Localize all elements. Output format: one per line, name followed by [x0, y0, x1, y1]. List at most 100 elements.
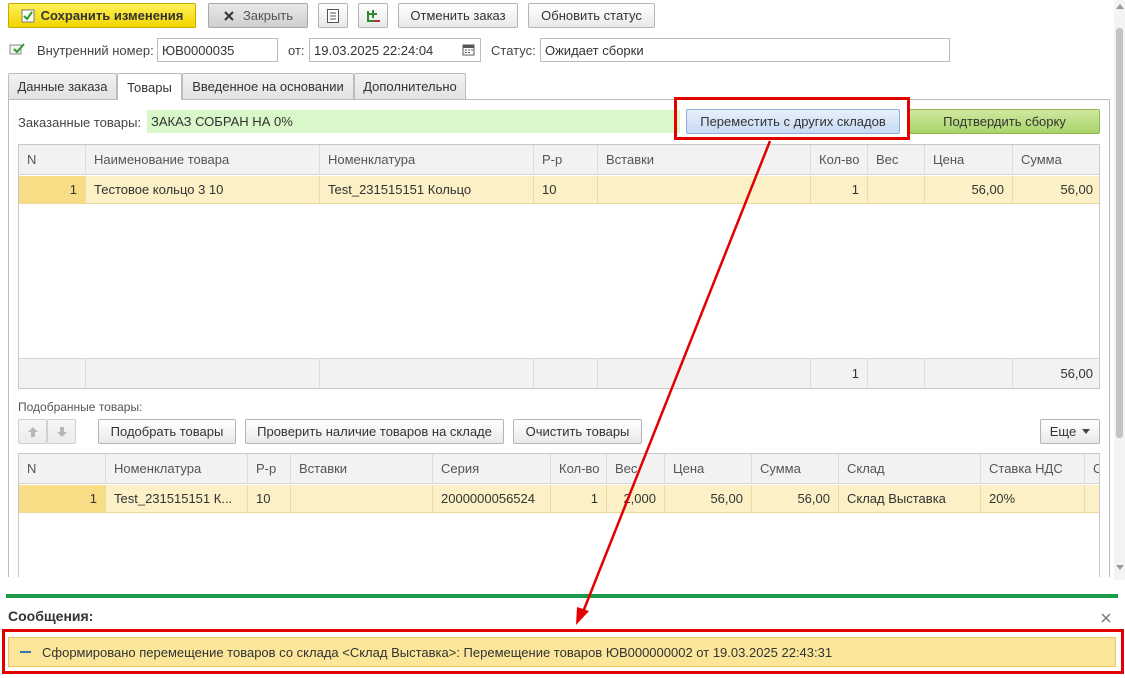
foot-spacer-1 [19, 359, 86, 388]
tab-additional[interactable]: Дополнительно [354, 73, 466, 99]
tab-goods[interactable]: Товары [117, 73, 182, 100]
close-button[interactable]: Закрыть [208, 3, 308, 28]
ordered-goods-label: Заказанные товары: [18, 115, 142, 130]
arrow-down-icon [56, 426, 68, 438]
scroll-up-arrow[interactable] [1116, 4, 1124, 9]
save-button-label: Сохранить изменения [40, 8, 184, 23]
order-status-bar: ЗАКАЗ СОБРАН НА 0% [147, 110, 680, 133]
calendar-icon[interactable] [462, 43, 475, 56]
date-label: от: [288, 43, 305, 58]
save-check-icon [21, 9, 35, 23]
ordered-goods-header: N Наименование товара Номенклатура Р-р В… [19, 145, 1099, 175]
tab-based-on[interactable]: Введенное на основании [182, 73, 354, 99]
pick-goods-button[interactable]: Подобрать товары [98, 419, 236, 444]
row-inserts [598, 176, 811, 203]
confirm-button-label: Подтвердить сборку [943, 114, 1066, 129]
col-size[interactable]: Р-р [248, 454, 291, 483]
row-nomenclature: Test_231515151 К... [106, 485, 248, 512]
check-stock-button[interactable]: Проверить наличие товаров на складе [245, 419, 504, 444]
col-weight[interactable]: Вес [868, 145, 925, 174]
scroll-down-arrow[interactable] [1116, 565, 1124, 570]
tab-goods-label: Товары [127, 79, 172, 95]
total-qty: 1 [811, 359, 868, 388]
cancel-order-button[interactable]: Отменить заказ [398, 3, 518, 28]
col-n[interactable]: N [19, 145, 86, 174]
highlight-frame-message [2, 629, 1124, 674]
ordered-goods-totals: 1 56,00 [19, 358, 1099, 388]
col-nomenclature[interactable]: Номенклатура [106, 454, 248, 483]
col-series[interactable]: Серия [433, 454, 551, 483]
col-qty[interactable]: Кол-во [811, 145, 868, 174]
col-qty[interactable]: Кол-во [551, 454, 607, 483]
update-status-button-label: Обновить статус [541, 8, 642, 23]
save-button[interactable]: Сохранить изменения [8, 3, 196, 28]
close-button-label: Закрыть [242, 8, 294, 23]
tab-order-data-label: Данные заказа [17, 79, 108, 94]
table-row[interactable]: 1 Test_231515151 К... 10 2000000056524 1… [19, 485, 1099, 513]
arrow-up-icon [27, 426, 39, 438]
row-price: 56,00 [925, 176, 1013, 203]
internal-number-field[interactable]: ЮВ0000035 [157, 38, 278, 62]
clear-goods-button[interactable]: Очистить товары [513, 419, 642, 444]
row-vat-rate: 20% [981, 485, 1085, 512]
foot-spacer-4 [534, 359, 598, 388]
messages-title: Сообщения: [8, 608, 94, 624]
row-sum: 56,00 [752, 485, 839, 512]
tab-based-on-label: Введенное на основании [192, 79, 344, 94]
picked-goods-label: Подобранные товары: [18, 400, 143, 414]
more-label: Еще [1049, 424, 1077, 439]
report-button[interactable] [318, 3, 348, 28]
col-warehouse[interactable]: Склад [839, 454, 981, 483]
order-status-text: ЗАКАЗ СОБРАН НА 0% [151, 114, 293, 129]
picked-goods-header: N Номенклатура Р-р Вставки Серия Кол-во … [19, 454, 1099, 484]
col-price[interactable]: Цена [925, 145, 1013, 174]
row-extra [1085, 485, 1099, 512]
close-icon[interactable] [1101, 613, 1111, 623]
date-field[interactable]: 19.03.2025 22:24:04 [309, 38, 481, 62]
foot-spacer-6 [868, 359, 925, 388]
messages-divider [6, 594, 1118, 598]
col-sum[interactable]: Сумма [1013, 145, 1099, 174]
col-inserts[interactable]: Вставки [291, 454, 433, 483]
picked-goods-table[interactable]: N Номенклатура Р-р Вставки Серия Кол-во … [18, 453, 1100, 577]
col-product-name[interactable]: Наименование товара [86, 145, 320, 174]
foot-spacer-3 [320, 359, 534, 388]
structure-button[interactable] [358, 3, 388, 28]
col-vat-rate[interactable]: Ставка НДС [981, 454, 1085, 483]
row-size: 10 [248, 485, 291, 512]
col-nomenclature[interactable]: Номенклатура [320, 145, 534, 174]
foot-spacer-7 [925, 359, 1013, 388]
cancel-order-button-label: Отменить заказ [410, 8, 506, 23]
foot-spacer-5 [598, 359, 811, 388]
vertical-scrollbar[interactable] [1114, 0, 1125, 580]
table-row[interactable]: 1 Тестовое кольцо 3 10 Test_231515151 Ко… [19, 176, 1099, 204]
confirm-assembly-button[interactable]: Подтвердить сборку [909, 109, 1100, 134]
tab-order-data[interactable]: Данные заказа [8, 73, 117, 99]
row-qty: 1 [551, 485, 607, 512]
col-size[interactable]: Р-р [534, 145, 598, 174]
row-weight: 2,000 [607, 485, 665, 512]
col-extra[interactable]: С [1085, 454, 1099, 483]
row-n: 1 [19, 485, 106, 512]
row-sum: 56,00 [1060, 182, 1093, 197]
row-n: 1 [19, 176, 86, 203]
row-product-name: Тестовое кольцо 3 10 [86, 176, 320, 203]
row-series: 2000000056524 [433, 485, 551, 512]
col-weight[interactable]: Вес [607, 454, 665, 483]
dropdown-icon [1082, 429, 1091, 434]
col-sum[interactable]: Сумма [752, 454, 839, 483]
update-status-button[interactable]: Обновить статус [528, 3, 655, 28]
col-n[interactable]: N [19, 454, 106, 483]
more-button[interactable]: Еще [1040, 419, 1100, 444]
col-price[interactable]: Цена [665, 454, 752, 483]
scrollbar-thumb[interactable] [1116, 28, 1123, 438]
check-doc-icon [9, 42, 25, 56]
total-sum: 56,00 [1060, 366, 1093, 381]
ordered-goods-table[interactable]: N Наименование товара Номенклатура Р-р В… [18, 144, 1100, 389]
col-inserts[interactable]: Вставки [598, 145, 811, 174]
move-down-button[interactable] [47, 419, 76, 444]
move-up-button[interactable] [18, 419, 47, 444]
status-field[interactable]: Ожидает сборки [540, 38, 950, 62]
row-inserts [291, 485, 433, 512]
pick-goods-label: Подобрать товары [110, 424, 224, 439]
